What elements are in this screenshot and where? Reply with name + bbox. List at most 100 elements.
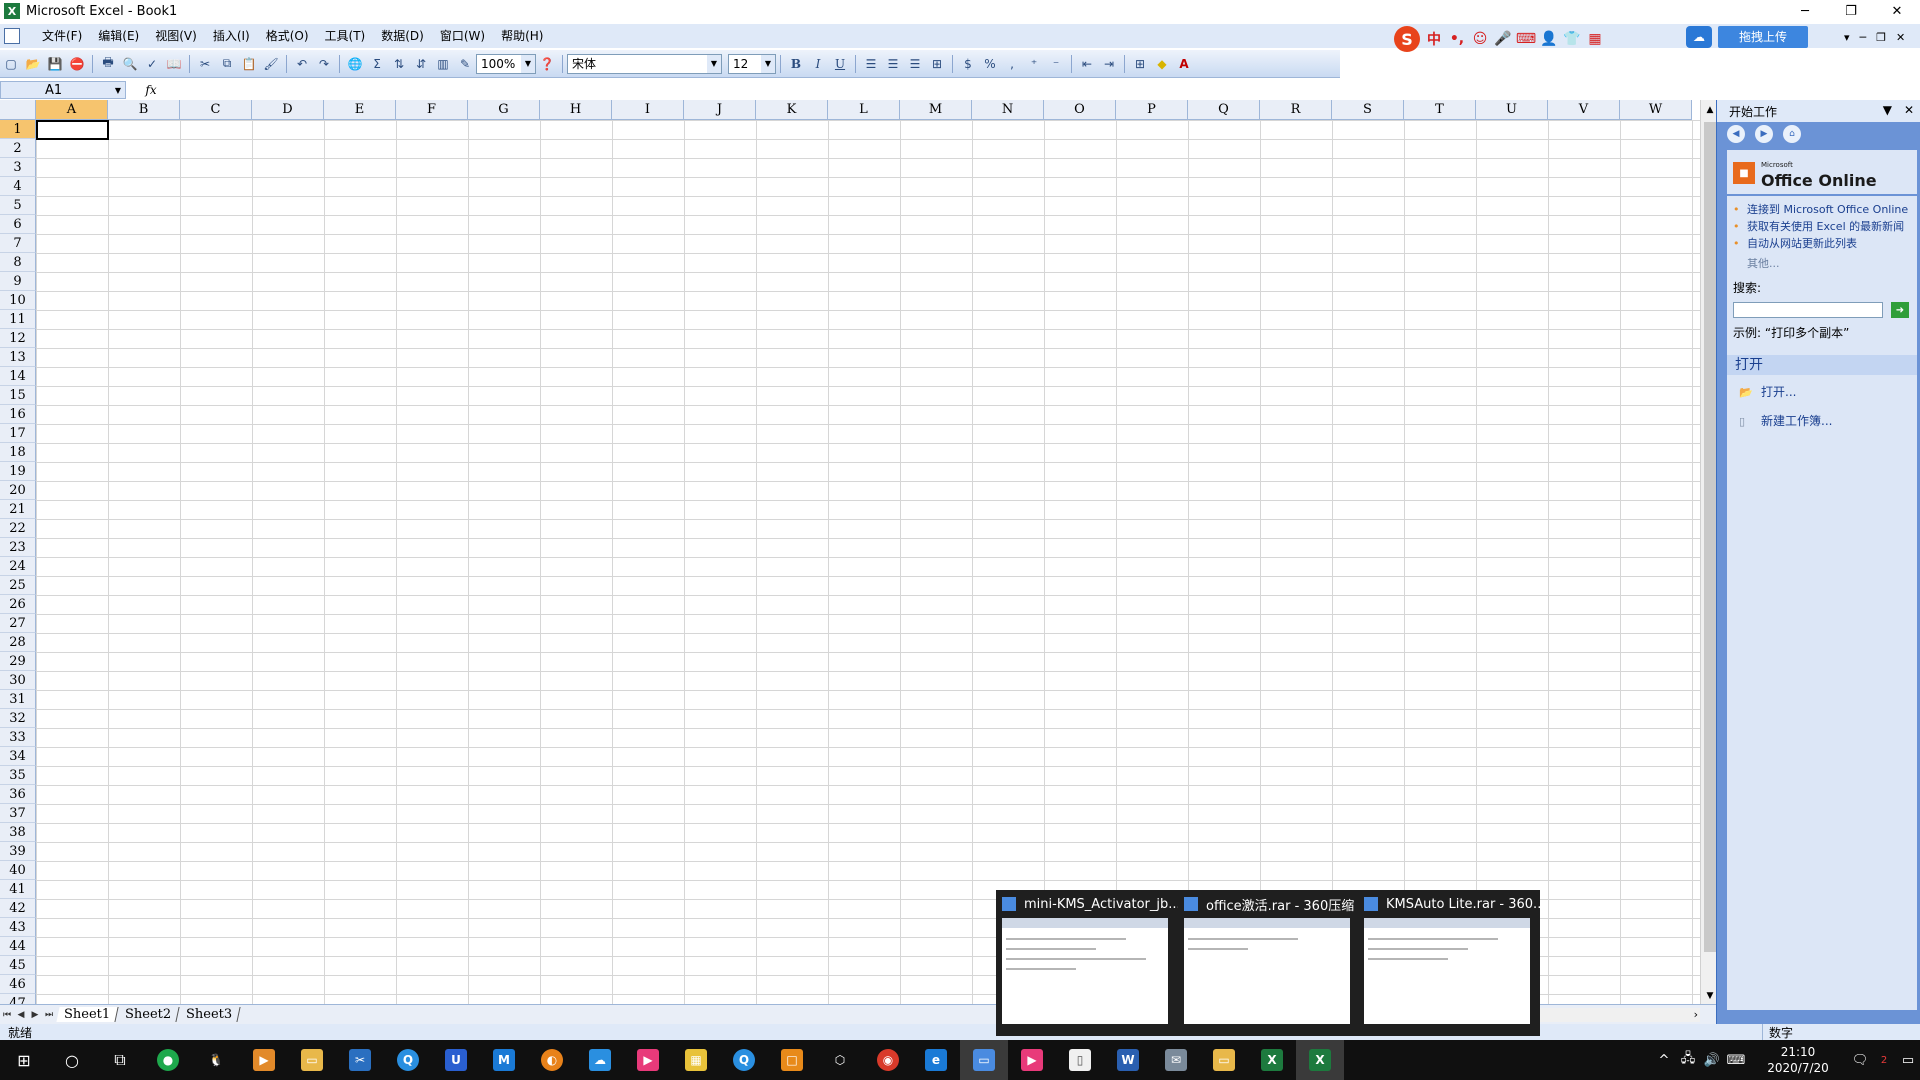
autosum-icon[interactable]: Σ [367, 54, 387, 74]
ime-voice-icon[interactable]: 🎤 [1494, 30, 1512, 48]
scroll-right-icon[interactable]: › [1694, 1008, 1698, 1021]
scroll-thumb[interactable] [1704, 122, 1716, 952]
start-button[interactable]: ⊞ [0, 1040, 48, 1080]
print-icon[interactable]: 🖶 [98, 54, 118, 74]
decrease-decimal-icon[interactable]: ⁻ [1046, 54, 1066, 74]
font-size-combo[interactable]: 12 ▼ [728, 53, 776, 74]
app-u-icon[interactable]: U [432, 1040, 480, 1080]
cut-icon[interactable]: ✂ [195, 54, 215, 74]
last-sheet-icon[interactable]: ⏭ [42, 1010, 56, 1020]
research-icon[interactable]: 📖 [164, 54, 184, 74]
menu-edit[interactable]: 编辑(E) [90, 26, 147, 46]
drawing-icon[interactable]: ✎ [455, 54, 475, 74]
chevron-down-icon[interactable]: ▼ [761, 54, 775, 73]
sheet-tab-2[interactable]: Sheet2 [117, 1007, 180, 1022]
task-view-icon[interactable]: ⧉ [96, 1040, 144, 1080]
row-header[interactable]: 45 [0, 956, 36, 975]
menu-window[interactable]: 窗口(W) [432, 26, 493, 46]
open-icon[interactable]: 📂 [23, 54, 43, 74]
column-header[interactable]: S [1332, 100, 1404, 120]
excel-active-icon[interactable]: X [1296, 1040, 1344, 1080]
new-workbook-link[interactable]: ▯ 新建工作簿... [1727, 404, 1917, 433]
row-header[interactable]: 21 [0, 500, 36, 519]
row-header[interactable]: 12 [0, 329, 36, 348]
menu-format[interactable]: 格式(O) [258, 26, 317, 46]
sort-descending-icon[interactable]: ⇵ [411, 54, 431, 74]
row-header[interactable]: 11 [0, 310, 36, 329]
row-header[interactable]: 22 [0, 519, 36, 538]
file-explorer-icon[interactable]: ▭ [288, 1040, 336, 1080]
column-header[interactable]: D [252, 100, 324, 120]
sogou-ime-logo-icon[interactable]: S [1394, 26, 1420, 52]
column-header[interactable]: G [468, 100, 540, 120]
row-header[interactable]: 16 [0, 405, 36, 424]
row-header[interactable]: 4 [0, 177, 36, 196]
document-menu-icon[interactable] [4, 28, 20, 44]
column-header[interactable]: N [972, 100, 1044, 120]
format-painter-icon[interactable]: 🖌 [261, 54, 281, 74]
column-header[interactable]: A [36, 100, 108, 120]
row-header[interactable]: 27 [0, 614, 36, 633]
row-header[interactable]: 6 [0, 215, 36, 234]
increase-decimal-icon[interactable]: ⁺ [1024, 54, 1044, 74]
drag-upload-button[interactable]: 拖拽上传 [1718, 26, 1808, 48]
select-all-button[interactable] [0, 100, 36, 120]
bold-button[interactable]: B [786, 54, 806, 74]
task-pane-close-icon[interactable]: ✕ [1904, 103, 1914, 117]
row-header[interactable]: 7 [0, 234, 36, 253]
save-icon[interactable]: 💾 [45, 54, 65, 74]
help-icon[interactable]: ❓ [537, 54, 557, 74]
row-header[interactable]: 23 [0, 538, 36, 557]
thumbnail-kmsauto[interactable]: KMSAuto Lite.rar - 360... [1358, 890, 1540, 1036]
decrease-indent-icon[interactable]: ⇤ [1077, 54, 1097, 74]
app-browser-q-icon[interactable]: Q [384, 1040, 432, 1080]
row-header[interactable]: 35 [0, 766, 36, 785]
chart-wizard-icon[interactable]: ▥ [433, 54, 453, 74]
increase-indent-icon[interactable]: ⇥ [1099, 54, 1119, 74]
column-header[interactable]: T [1404, 100, 1476, 120]
app-player-icon[interactable]: ▶ [240, 1040, 288, 1080]
redo-icon[interactable]: ↷ [314, 54, 334, 74]
row-header[interactable]: 40 [0, 861, 36, 880]
app-browser-q2-icon[interactable]: Q [720, 1040, 768, 1080]
underline-button[interactable]: U [830, 54, 850, 74]
ime-punctuation-icon[interactable]: •, [1448, 30, 1466, 48]
row-header[interactable]: 33 [0, 728, 36, 747]
spelling-icon[interactable]: ✓ [142, 54, 162, 74]
row-header[interactable]: 1 [0, 120, 36, 139]
column-header[interactable]: H [540, 100, 612, 120]
row-header[interactable]: 15 [0, 386, 36, 405]
chevron-down-icon[interactable]: ▼ [521, 54, 535, 73]
font-name-combo[interactable]: 宋体 ▼ [567, 53, 722, 74]
workbook-close-button[interactable]: ✕ [1896, 31, 1905, 44]
row-header[interactable]: 46 [0, 975, 36, 994]
row-header[interactable]: 42 [0, 899, 36, 918]
app-mail-icon[interactable]: ✉ [1152, 1040, 1200, 1080]
row-header[interactable]: 38 [0, 823, 36, 842]
column-header[interactable]: W [1620, 100, 1692, 120]
column-header[interactable]: P [1116, 100, 1188, 120]
font-color-button[interactable]: A [1174, 54, 1194, 74]
column-header[interactable]: O [1044, 100, 1116, 120]
clock[interactable]: 21:10 2020/7/20 [1758, 1044, 1838, 1076]
insert-function-button[interactable]: fx [126, 83, 176, 97]
thumbnail-mini-kms[interactable]: mini-KMS_Activator_jb.... [996, 890, 1178, 1036]
row-header[interactable]: 14 [0, 367, 36, 386]
next-sheet-icon[interactable]: ▶ [28, 1010, 42, 1020]
home-icon[interactable]: ⌂ [1783, 125, 1801, 143]
network-icon[interactable]: 🖧 [1676, 1049, 1700, 1071]
row-header[interactable]: 20 [0, 481, 36, 500]
excel-app-icon[interactable]: X [4, 3, 20, 19]
office-link-update[interactable]: • 自动从网站更新此列表 [1733, 238, 1911, 250]
column-header[interactable]: K [756, 100, 828, 120]
column-header[interactable]: B [108, 100, 180, 120]
row-header[interactable]: 2 [0, 139, 36, 158]
chevron-down-icon[interactable]: ▼ [115, 86, 121, 95]
notification-icon[interactable]: 🗨 [1848, 1053, 1872, 1068]
search-go-icon[interactable]: ➜ [1891, 302, 1909, 318]
row-header[interactable]: 13 [0, 348, 36, 367]
search-icon[interactable]: ○ [48, 1040, 96, 1080]
row-header[interactable]: 37 [0, 804, 36, 823]
workbook-restore-button[interactable]: ❐ [1876, 31, 1886, 44]
app-m-icon[interactable]: M [480, 1040, 528, 1080]
